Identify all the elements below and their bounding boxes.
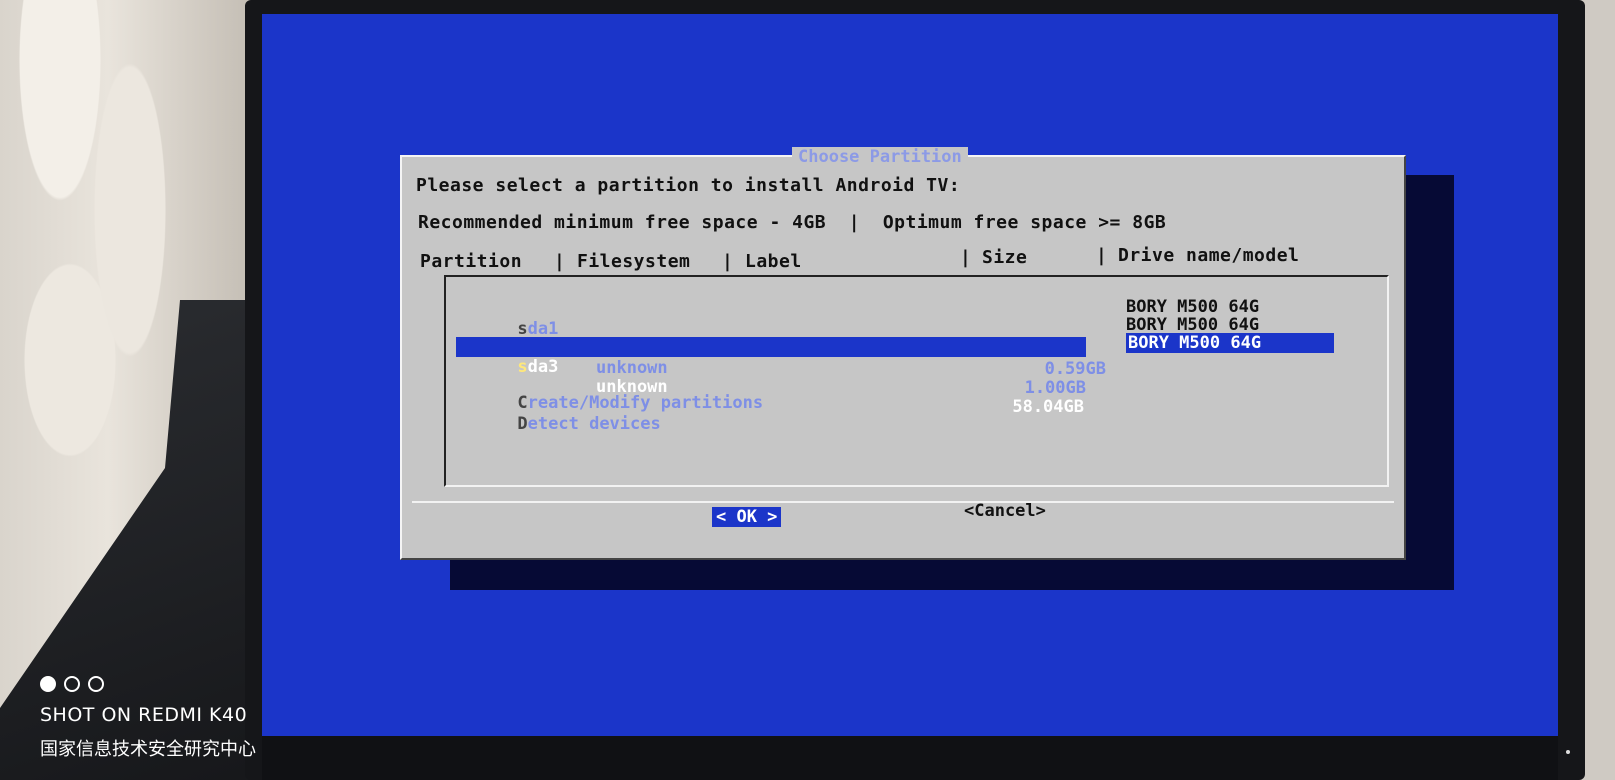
button-divider <box>412 501 1394 503</box>
dialog-title: Choose Partition <box>792 147 968 167</box>
partition-row-sda2[interactable]: sda2 unknown 1.00GB <box>456 318 1086 398</box>
watermark-org: 国家信息技术安全研究中心 <box>40 739 256 760</box>
partition-row-sda3[interactable]: sda3 unknown 58.04GB <box>456 337 1086 417</box>
dot-icon <box>88 676 104 692</box>
ok-button[interactable]: < OK > <box>712 507 782 527</box>
create-modify-partitions-item[interactable]: Create/Modify partitions <box>456 373 763 413</box>
monitor-bezel-bottom <box>262 736 1558 780</box>
choose-partition-dialog: Choose Partition Please select a partiti… <box>400 147 1406 560</box>
header-label: Label <box>745 251 802 272</box>
dot-icon <box>40 676 56 692</box>
header-sep: | <box>1096 245 1108 266</box>
space-info: Recommended minimum free space - 4GB | O… <box>418 212 1167 233</box>
header-size: Size <box>982 247 1028 268</box>
partition-list: sda1 vfat 0.59GB BORY M500 64G sda2 unkn… <box>444 275 1389 487</box>
partition-row-sda1[interactable]: sda1 vfat 0.59GB <box>456 299 1106 379</box>
dot-icon <box>64 676 80 692</box>
drive-sda2: BORY M500 64G <box>1126 315 1260 335</box>
watermark-shot-on: SHOT ON REDMI K40 <box>40 704 248 726</box>
header-filesystem: Filesystem <box>577 251 691 272</box>
drive-sda1: BORY M500 64G <box>1126 297 1260 317</box>
header-partition: Partition <box>420 251 523 272</box>
drive-sda3: BORY M500 64G <box>1126 333 1334 353</box>
power-led-icon <box>1566 750 1570 754</box>
header-drive: Drive name/model <box>1118 245 1300 266</box>
cancel-button[interactable]: <Cancel> <box>960 501 1050 521</box>
header-sep: | <box>960 247 972 268</box>
detect-devices-item[interactable]: Detect devices <box>456 394 660 434</box>
camera-mode-dots <box>40 676 112 696</box>
header-sep: | <box>554 251 566 272</box>
header-sep: | <box>722 251 734 272</box>
install-prompt: Please select a partition to install And… <box>416 175 961 196</box>
